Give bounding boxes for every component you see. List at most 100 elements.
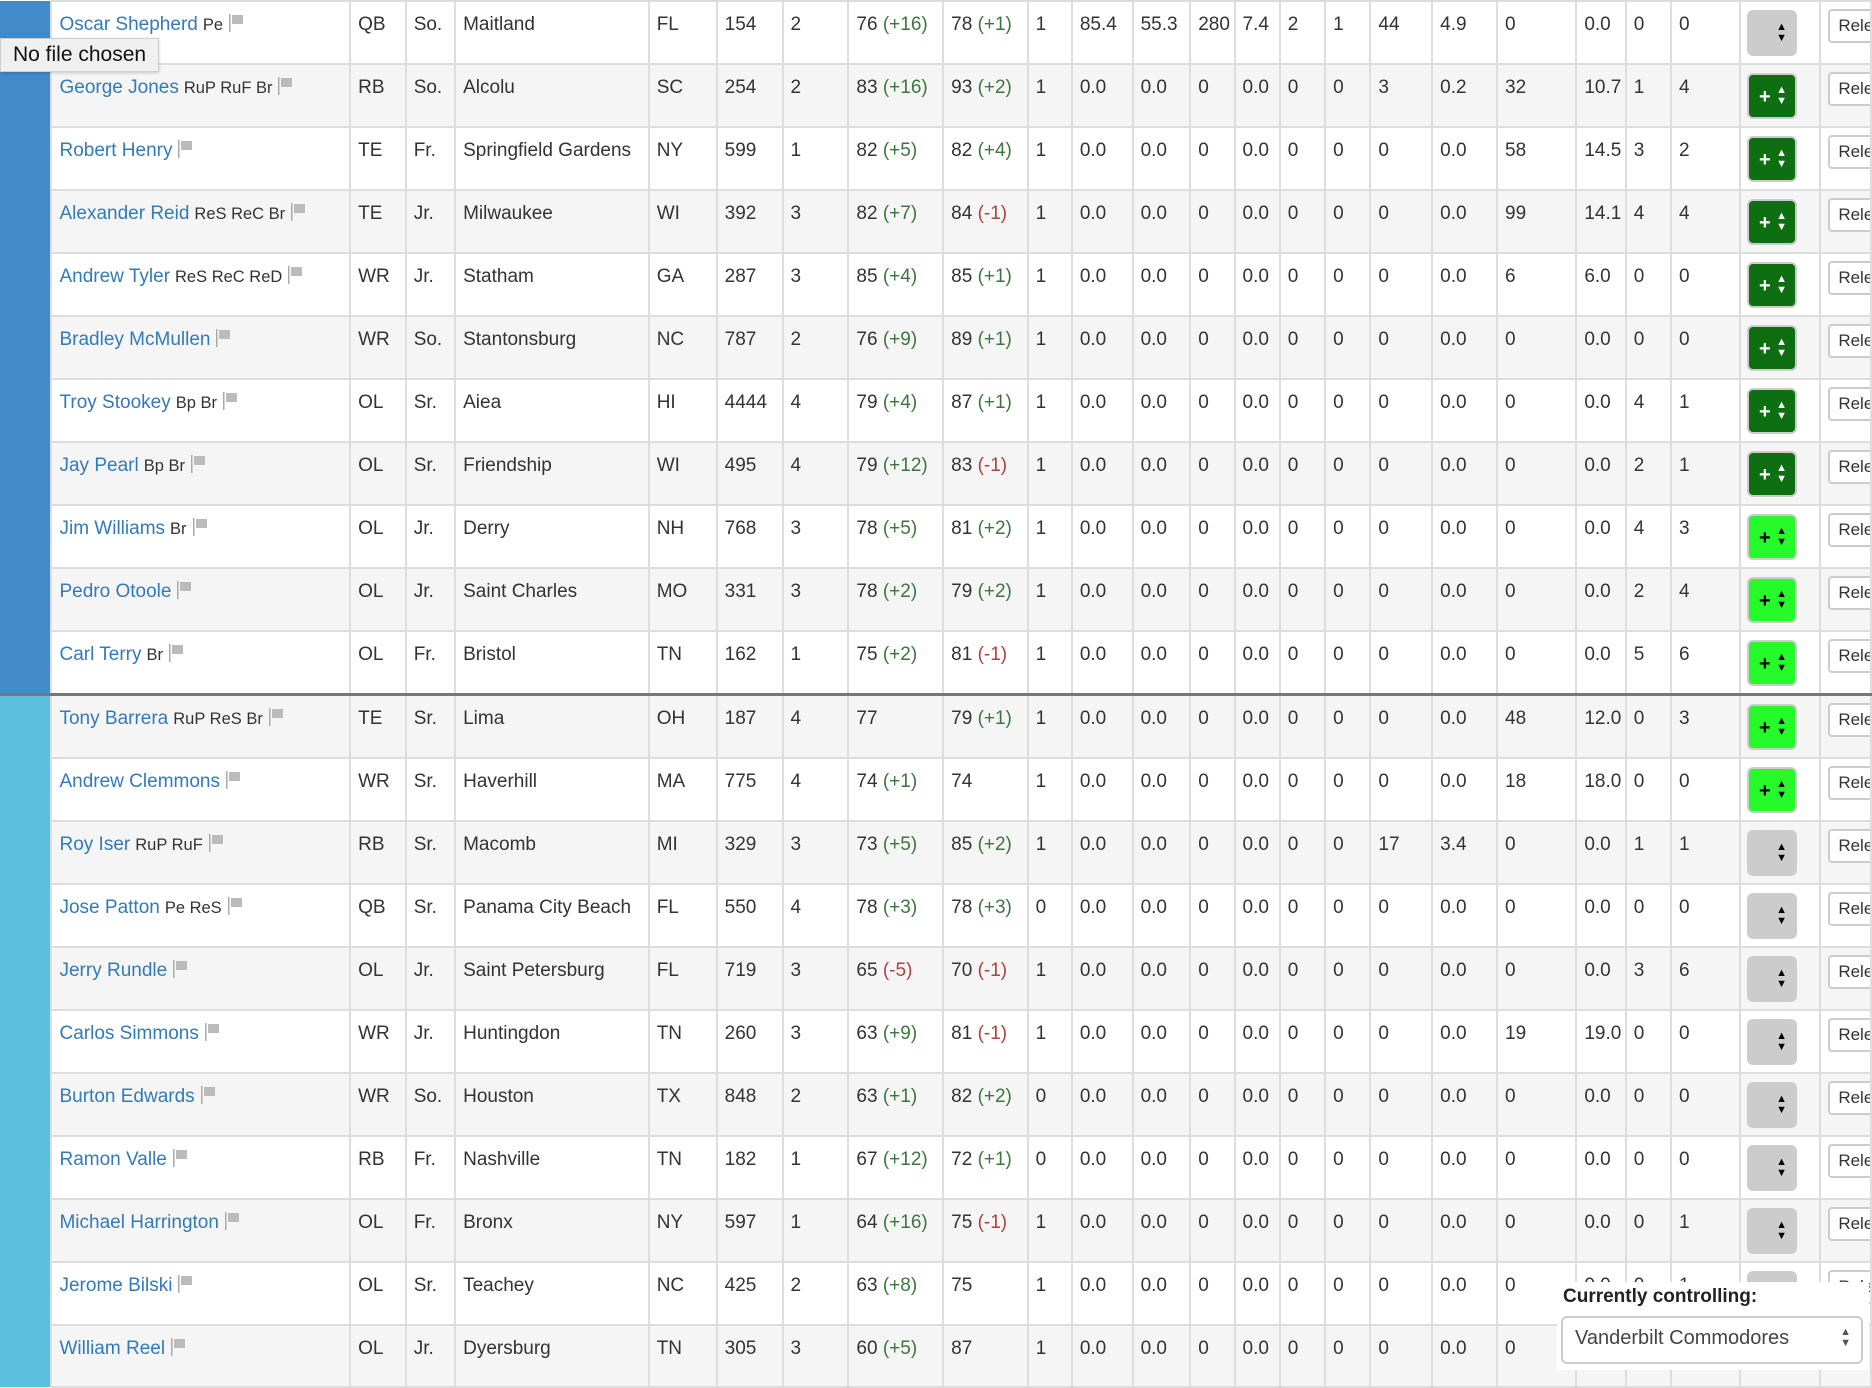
release-button[interactable]: Release [1828, 135, 1870, 169]
player-name-link[interactable]: Troy Stookey [59, 392, 170, 413]
player-name-link[interactable]: George Jones [59, 77, 178, 98]
player-name-link[interactable]: Jose Patton [59, 897, 159, 918]
release-button[interactable]: Release [1828, 513, 1870, 547]
release-button[interactable]: Release [1828, 198, 1870, 232]
release-button[interactable]: Release [1828, 261, 1870, 295]
player-name-link[interactable]: Oscar Shepherd [59, 14, 197, 35]
ovr-value: 83 [856, 77, 878, 98]
stat-s7: 0 [1369, 693, 1434, 759]
player-name-link[interactable]: Carl Terry [59, 644, 141, 665]
team-select[interactable]: Vanderbilt Commodores ▲ ▼ [1561, 1316, 1863, 1364]
flag-icon[interactable] [173, 960, 189, 978]
depth-select-button[interactable]: ▲▼ [1747, 1019, 1798, 1065]
depth-select-button[interactable]: + ▲ ▼ [1747, 199, 1798, 245]
sort-arrows-icon: ▲▼ [1776, 1030, 1788, 1053]
flag-icon[interactable] [208, 834, 225, 852]
flag-icon[interactable] [216, 329, 232, 347]
depth-select-button[interactable]: + ▲ ▼ [1747, 388, 1798, 434]
release-button[interactable]: Release [1828, 892, 1870, 926]
release-button[interactable]: Release [1828, 639, 1870, 673]
player-name-link[interactable]: Burton Edwards [59, 1086, 194, 1107]
release-button[interactable]: Release [1828, 1018, 1870, 1052]
depth-select-button[interactable]: + ▲ ▼ [1747, 767, 1798, 813]
player-name-link[interactable]: Robert Henry [59, 140, 172, 161]
flag-icon[interactable] [178, 1275, 194, 1293]
depth-select-button[interactable]: + ▲ ▼ [1747, 451, 1798, 497]
player-name-link[interactable]: Andrew Clemmons [59, 771, 220, 792]
depth-select-button[interactable]: + ▲ ▼ [1747, 704, 1798, 750]
stat-s4: 0.0 [1233, 946, 1281, 1011]
depth-select-button[interactable]: ▲▼ [1747, 830, 1798, 876]
release-button[interactable]: Release [1828, 324, 1870, 358]
stat-s11: 0 [1624, 883, 1673, 948]
player-name-link[interactable]: Roy Iser [59, 834, 130, 855]
release-button[interactable]: Release [1828, 387, 1870, 421]
player-name-link[interactable]: Tony Barrera [59, 708, 168, 729]
flag-icon[interactable] [229, 14, 245, 32]
player-name-link[interactable]: Jay Pearl [59, 455, 138, 476]
depth-select-button[interactable]: ▲▼ [1747, 1145, 1798, 1191]
release-button[interactable]: Release [1828, 450, 1870, 484]
flag-icon[interactable] [204, 1023, 221, 1041]
flag-icon[interactable] [168, 644, 185, 662]
release-button[interactable]: Release [1828, 829, 1870, 863]
ovr-value: 63 [856, 1023, 878, 1044]
depth-select-button[interactable]: ▲▼ [1747, 1208, 1798, 1254]
flag-icon[interactable] [268, 708, 285, 726]
player-name-link[interactable]: Jerry Rundle [59, 960, 167, 981]
release-button[interactable]: Release [1828, 1207, 1870, 1241]
cell-st: TN [647, 1135, 718, 1200]
player-cell: Troy Stookey Bp Br [50, 378, 352, 443]
player-name-link[interactable]: Alexander Reid [59, 203, 189, 224]
depth-select-button[interactable]: + ▲ ▼ [1747, 577, 1798, 623]
flag-icon[interactable] [278, 77, 294, 95]
flag-icon[interactable] [288, 266, 304, 284]
stat-s5: 0 [1278, 1072, 1327, 1137]
release-button[interactable]: Release [1828, 576, 1870, 610]
player-name-link[interactable]: Carlos Simmons [59, 1023, 198, 1044]
release-button[interactable]: Release [1828, 1081, 1870, 1115]
depth-select-button[interactable]: ▲▼ [1747, 956, 1798, 1002]
cell-yr: Sr. [404, 378, 457, 443]
player-name-link[interactable]: Jim Williams [59, 518, 165, 539]
flag-icon[interactable] [224, 1212, 241, 1230]
flag-icon[interactable] [192, 518, 209, 536]
flag-icon[interactable] [200, 1086, 217, 1104]
depth-select-button[interactable]: + ▲ ▼ [1747, 73, 1798, 119]
flag-icon[interactable] [225, 771, 242, 789]
cell-st: TN [647, 1324, 718, 1388]
stat-s5: 0 [1278, 567, 1327, 632]
flag-icon[interactable] [291, 203, 307, 221]
release-button[interactable]: Release [1828, 955, 1870, 989]
release-button[interactable]: Release [1828, 703, 1870, 737]
release-button[interactable]: Release [1828, 766, 1870, 800]
depth-select-button[interactable]: + ▲ ▼ [1747, 136, 1798, 182]
action-cell: + ▲ ▼ [1739, 630, 1822, 696]
flag-icon[interactable] [190, 455, 207, 473]
player-name-link[interactable]: Michael Harrington [59, 1212, 218, 1233]
player-name-link[interactable]: Jerome Bilski [59, 1275, 172, 1296]
flag-icon[interactable] [227, 897, 244, 915]
player-name-link[interactable]: Ramon Valle [59, 1149, 166, 1170]
cell-n1: 599 [715, 126, 784, 191]
flag-icon[interactable] [171, 1338, 187, 1356]
flag-icon[interactable] [177, 581, 193, 599]
flag-icon[interactable] [178, 140, 194, 158]
flag-icon[interactable] [223, 392, 239, 410]
depth-select-button[interactable]: + ▲ ▼ [1747, 514, 1798, 560]
release-button[interactable]: Release [1828, 9, 1870, 43]
release-button[interactable]: Release [1828, 1144, 1870, 1178]
player-name-link[interactable]: Bradley McMullen [59, 329, 210, 350]
depth-select-button[interactable]: ▲▼ [1747, 1082, 1798, 1128]
player-name-link[interactable]: Pedro Otoole [59, 581, 171, 602]
player-name-link[interactable]: Andrew Tyler [59, 266, 170, 287]
release-button[interactable]: Release [1828, 72, 1870, 106]
depth-select-button[interactable]: + ▲ ▼ [1747, 325, 1798, 371]
depth-select-button[interactable]: + ▲ ▼ [1747, 640, 1798, 686]
depth-select-button[interactable]: ▲▼ [1747, 10, 1798, 56]
flag-icon[interactable] [172, 1149, 189, 1167]
depth-select-button[interactable]: ▲▼ [1747, 893, 1798, 939]
depth-select-button[interactable]: + ▲ ▼ [1747, 262, 1798, 308]
cell-pot: 81 (+2) [942, 504, 1029, 569]
player-name-link[interactable]: William Reel [59, 1338, 165, 1359]
